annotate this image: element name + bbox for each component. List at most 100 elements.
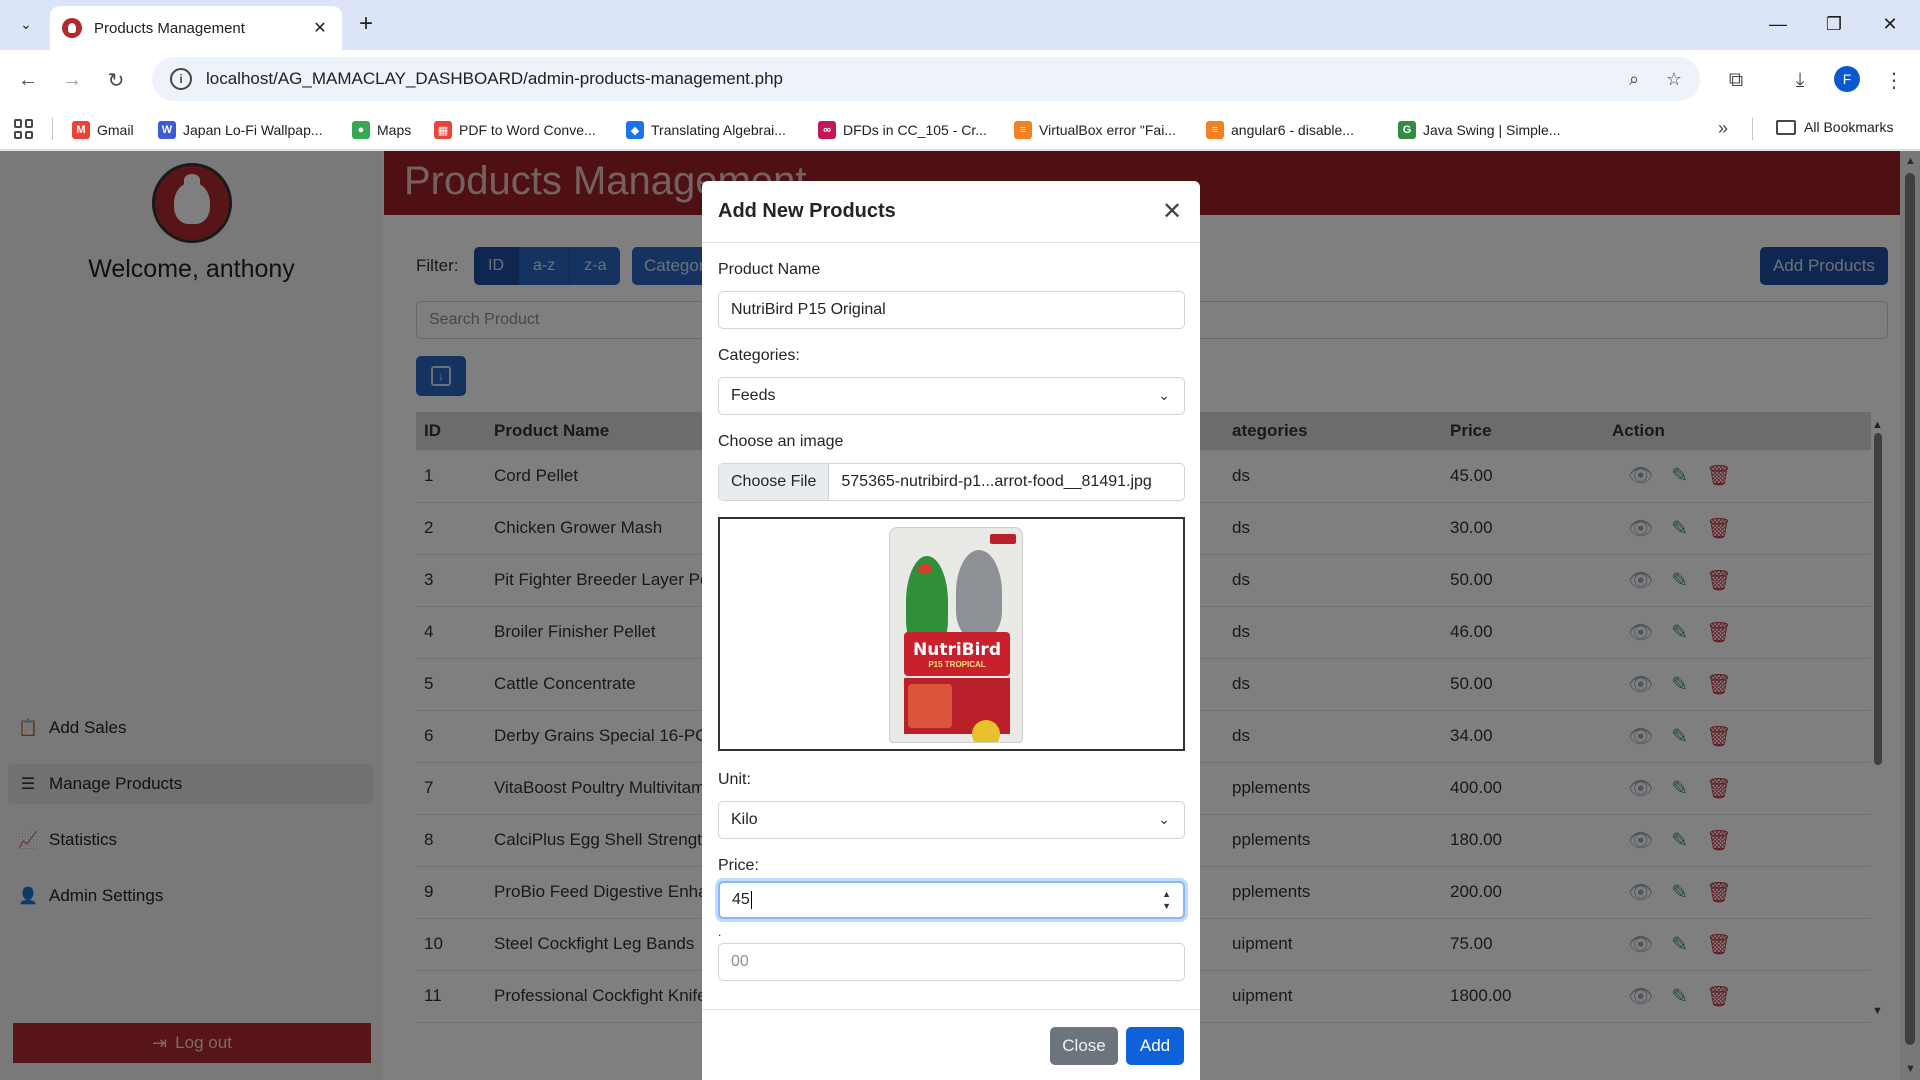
image-label: Choose an image xyxy=(718,433,844,450)
image-preview: NutriBird P15 TROPICAL xyxy=(718,517,1185,751)
bookmark-label: DFDs in CC_105 - Cr... xyxy=(843,122,987,138)
bookmark-label: Japan Lo-Fi Wallpap... xyxy=(183,122,323,138)
add-product-modal: Add New Products ✕ Product Name NutriBir… xyxy=(702,181,1200,1080)
bookmark-label: VirtualBox error "Fai... xyxy=(1039,122,1176,138)
page-viewport: Welcome, anthony 📋 Add Sales ☰ Manage Pr… xyxy=(0,151,1920,1080)
back-button[interactable]: ← xyxy=(12,64,44,96)
modal-footer-divider xyxy=(702,1009,1200,1010)
decimal-placeholder: 00 xyxy=(731,953,749,970)
stackoverflow-icon: ≡ xyxy=(1206,121,1224,139)
price-input[interactable]: 45 ▲ ▼ xyxy=(718,881,1185,919)
unit-label: Unit: xyxy=(718,771,751,788)
close-button[interactable]: Close xyxy=(1050,1027,1118,1065)
bookmark-item[interactable]: ● Maps xyxy=(352,119,411,141)
tab-search-button[interactable]: ⌄ xyxy=(12,10,40,38)
maps-pin-icon: ● xyxy=(352,121,370,139)
url-text[interactable]: localhost/AG_MAMACLAY_DASHBOARD/admin-pr… xyxy=(206,69,1700,89)
categories-select[interactable]: Feeds ⌄ xyxy=(718,377,1185,415)
modal-header: Add New Products ✕ xyxy=(702,181,1200,243)
browser-tab[interactable]: Products Management ✕ xyxy=(50,6,342,50)
bookmark-item[interactable]: G Java Swing | Simple... xyxy=(1398,119,1560,141)
geeksforgeeks-icon: G xyxy=(1398,121,1416,139)
tab-title: Products Management xyxy=(94,19,245,37)
product-name-label: Product Name xyxy=(718,261,821,278)
plus-icon: + xyxy=(358,10,373,37)
close-tab-icon[interactable]: ✕ xyxy=(310,18,330,38)
reload-icon: ↻ xyxy=(107,69,125,92)
product-image: NutriBird P15 TROPICAL xyxy=(889,527,1023,743)
gmail-icon: M xyxy=(72,121,90,139)
bookmark-label: Java Swing | Simple... xyxy=(1423,122,1561,138)
restore-icon: ❐ xyxy=(1825,13,1843,34)
parrot-icon xyxy=(972,720,1000,742)
chevron-down-icon: ⌄ xyxy=(1158,811,1170,827)
decimal-label: . xyxy=(718,925,722,939)
unit-select[interactable]: Kilo ⌄ xyxy=(718,801,1185,839)
bookmark-label: Maps xyxy=(377,122,412,138)
site-favicon-icon xyxy=(62,18,82,38)
bookmark-label: Gmail xyxy=(97,122,134,138)
bookmark-label: angular6 - disable... xyxy=(1231,122,1354,138)
bookmarks-divider xyxy=(52,118,53,140)
close-icon: ✕ xyxy=(1882,13,1898,34)
bookmark-item[interactable]: ≡ VirtualBox error "Fai... xyxy=(1014,119,1176,141)
bookmarks-divider xyxy=(1752,118,1753,140)
reload-button[interactable]: ↻ xyxy=(100,64,132,96)
bookmark-item[interactable]: ≡ angular6 - disable... xyxy=(1206,119,1354,141)
decimal-input[interactable]: 00 xyxy=(718,943,1185,981)
bookmark-item[interactable]: ◆ Translating Algebrai... xyxy=(626,119,786,141)
minimize-icon: — xyxy=(1769,13,1787,34)
bookmark-item[interactable]: ∞ DFDs in CC_105 - Cr... xyxy=(818,119,987,141)
stackoverflow-icon: ≡ xyxy=(1014,121,1032,139)
zoom-icon[interactable]: ⌕ xyxy=(1620,65,1648,93)
modal-title: Add New Products xyxy=(718,200,896,222)
bookmark-label: PDF to Word Conve... xyxy=(459,122,596,138)
new-tab-button[interactable]: + xyxy=(352,10,380,38)
arrow-right-icon: → xyxy=(62,68,82,91)
browser-tab-bar: ⌄ Products Management ✕ + — ❐ ✕ xyxy=(0,0,1920,50)
bookmark-item[interactable]: ▦ PDF to Word Conve... xyxy=(434,119,596,141)
bookmark-item[interactable]: W Japan Lo-Fi Wallpap... xyxy=(158,119,323,141)
all-bookmarks-label: All Bookmarks xyxy=(1804,119,1894,135)
restore-button[interactable]: ❐ xyxy=(1814,8,1854,40)
profile-avatar[interactable]: F xyxy=(1834,66,1860,92)
download-icon[interactable]: ⤓ xyxy=(1784,64,1816,96)
number-spinner-icon[interactable]: ▲ ▼ xyxy=(1162,888,1171,912)
site-info-icon[interactable]: i xyxy=(170,68,192,90)
more-bookmarks-icon[interactable]: » xyxy=(1718,118,1728,139)
image-file-input[interactable]: Choose File 575365-nutribird-p1...arrot-… xyxy=(718,463,1185,501)
link-icon: ∞ xyxy=(818,121,836,139)
categories-label: Categories: xyxy=(718,347,800,364)
file-name: 575365-nutribird-p1...arrot-food__81491.… xyxy=(841,473,1152,490)
folder-icon xyxy=(1776,119,1796,135)
product-name-input[interactable]: NutriBird P15 Original xyxy=(718,291,1185,329)
product-name-value: NutriBird P15 Original xyxy=(731,301,886,318)
minimize-button[interactable]: — xyxy=(1758,8,1798,40)
product-subtitle: P15 TROPICAL xyxy=(928,659,986,669)
close-icon[interactable]: ✕ xyxy=(1160,197,1184,226)
choose-file-button[interactable]: Choose File xyxy=(719,464,830,500)
browser-toolbar: ← → ↻ i localhost/AG_MAMACLAY_DASHBOARD/… xyxy=(0,50,1920,108)
bookmark-item[interactable]: M Gmail xyxy=(72,119,134,141)
course-site-icon: ◆ xyxy=(626,121,644,139)
chevron-down-icon: ⌄ xyxy=(20,15,32,32)
price-value: 45 xyxy=(732,891,750,908)
bookmark-label: Translating Algebrai... xyxy=(651,122,786,138)
unit-value: Kilo xyxy=(731,811,758,828)
apps-grid-icon[interactable] xyxy=(14,119,34,139)
categories-value: Feeds xyxy=(731,387,776,404)
forward-button[interactable]: → xyxy=(56,64,88,96)
pdf-icon: ▦ xyxy=(434,121,452,139)
address-bar[interactable]: i localhost/AG_MAMACLAY_DASHBOARD/admin-… xyxy=(152,57,1700,101)
arrow-left-icon: ← xyxy=(18,68,38,91)
close-window-button[interactable]: ✕ xyxy=(1870,8,1910,40)
product-label: NutriBird P15 TROPICAL xyxy=(904,632,1010,676)
add-button[interactable]: Add xyxy=(1126,1027,1184,1065)
all-bookmarks-button[interactable]: All Bookmarks xyxy=(1776,119,1893,135)
extensions-icon[interactable]: ⧉ xyxy=(1720,64,1752,96)
more-menu-icon[interactable]: ⋮ xyxy=(1878,64,1910,96)
parrot-icon xyxy=(956,550,1002,636)
text-cursor xyxy=(750,891,752,909)
bookmark-star-icon[interactable]: ☆ xyxy=(1660,65,1688,93)
bookmarks-bar: M Gmail W Japan Lo-Fi Wallpap... ● Maps ▦ PD… xyxy=(0,108,1920,150)
